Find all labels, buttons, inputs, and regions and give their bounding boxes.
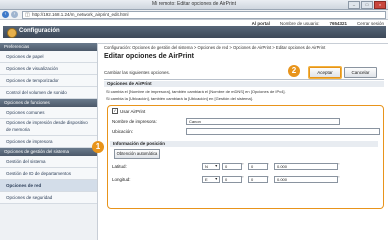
cancel-button[interactable]: Cancelar xyxy=(344,67,377,78)
use-airprint-row: ✓ Usar AirPrint xyxy=(112,108,145,114)
sidebar-section-functions: Opciones de funciones xyxy=(0,99,97,107)
sidebar-item-system-management[interactable]: Gestión del sistema xyxy=(0,156,97,168)
sidebar-item-security[interactable]: Opciones de seguridad xyxy=(0,192,97,204)
longitude-degrees-input[interactable]: 0 xyxy=(222,176,242,183)
config-title: Configuración xyxy=(19,28,60,34)
latitude-minutes-input[interactable]: 0 xyxy=(248,163,268,170)
sidebar-item-display[interactable]: Opciones de visualización xyxy=(0,63,97,75)
minimize-icon[interactable]: – xyxy=(348,1,360,9)
airprint-panel-header: Opciones de AirPrint xyxy=(104,81,384,87)
latitude-label: Latitud: xyxy=(112,164,127,169)
settings-icon xyxy=(7,28,17,38)
sidebar-item-common[interactable]: Opciones comunes xyxy=(0,107,97,119)
divider xyxy=(104,79,384,80)
latitude-seconds-input[interactable]: 0.000 xyxy=(274,163,338,170)
location-input[interactable] xyxy=(186,128,380,135)
chevron-down-icon: ▼ xyxy=(214,177,218,181)
breadcrumb: Configuración: Opciones de gestión del s… xyxy=(104,45,326,50)
forward-icon[interactable]: › xyxy=(11,11,18,18)
sidebar-item-network[interactable]: Opciones de red xyxy=(0,180,97,192)
use-airprint-label: Usar AirPrint xyxy=(120,108,146,114)
maximize-icon[interactable]: □ xyxy=(361,1,373,9)
longitude-label: Longitud: xyxy=(112,177,131,182)
back-icon[interactable]: ‹ xyxy=(2,11,9,18)
close-icon[interactable]: × xyxy=(374,1,386,9)
latitude-minute-symbol: ' xyxy=(268,162,269,167)
longitude-second-symbol: " xyxy=(338,175,340,180)
latitude-second-symbol: " xyxy=(338,162,340,167)
longitude-seconds-input[interactable]: 0.000 xyxy=(274,176,338,183)
callout-badge-1: 1 xyxy=(92,141,104,153)
sidebar-item-paper[interactable]: Opciones de papel xyxy=(0,51,97,63)
longitude-direction-value: E xyxy=(205,177,208,182)
longitude-direction-select[interactable]: E ▼ xyxy=(202,176,220,183)
latitude-direction-value: N xyxy=(205,164,208,169)
page-icon: ◫ xyxy=(25,12,30,18)
sidebar-section-preferences: Preferencias xyxy=(0,43,97,51)
sidebar-item-department-id[interactable]: Gestión de ID de departamentos xyxy=(0,168,97,180)
sidebar-section-system: Opciones de gestión del sistema xyxy=(0,148,97,156)
longitude-minute-symbol: ' xyxy=(268,175,269,180)
chevron-down-icon: ▼ xyxy=(214,164,218,168)
printer-name-input[interactable]: Canon xyxy=(186,118,340,125)
note-printer-name: Si cambia el [Nombre de impresora], tamb… xyxy=(106,89,286,94)
use-airprint-checkbox[interactable]: ✓ xyxy=(112,108,118,114)
window-title: Mi remoto: Editar opciones de AirPrint xyxy=(152,1,236,7)
position-info-header: Información de posición xyxy=(110,141,378,147)
latitude-degrees-input[interactable]: 0 xyxy=(222,163,242,170)
main-content: Configuración: Opciones de gestión del s… xyxy=(92,43,388,240)
sidebar-item-memory-print[interactable]: Opciones de impresión desde dispositivo … xyxy=(0,119,97,136)
latitude-direction-select[interactable]: N ▼ xyxy=(202,163,220,170)
sidebar-item-printer[interactable]: Opciones de impresora xyxy=(0,136,97,148)
location-label: Ubicación: xyxy=(112,129,134,134)
sidebar-item-timer[interactable]: Opciones de temporizador xyxy=(0,75,97,87)
sidebar-item-volume[interactable]: Control del volumen de sonido xyxy=(0,87,97,99)
ok-button[interactable]: Aceptar xyxy=(309,67,341,78)
printer-name-label: Nombre de impresora: xyxy=(112,119,157,124)
longitude-degree-symbol: ° xyxy=(242,175,244,180)
address-bar: ‹ › ◫ http://192.168.1.24/m_network_airp… xyxy=(0,10,388,20)
url-text: http://192.168.1.24/m_network_airprint_e… xyxy=(32,12,129,17)
config-title-bar: Configuración xyxy=(3,26,386,38)
note-location: Si cambia la [Ubicación], también cambia… xyxy=(106,96,253,101)
page-title: Editar opciones de AirPrint xyxy=(104,53,194,60)
longitude-minutes-input[interactable]: 0 xyxy=(248,176,268,183)
callout-badge-2: 2 xyxy=(288,65,300,77)
latitude-degree-symbol: ° xyxy=(242,162,244,167)
window-titlebar: Mi remoto: Editar opciones de AirPrint –… xyxy=(0,0,388,10)
url-field[interactable]: ◫ http://192.168.1.24/m_network_airprint… xyxy=(22,11,386,19)
window-controls: – □ × xyxy=(348,1,386,9)
instruction-text: Cambiar las siguientes opciones. xyxy=(104,70,171,75)
auto-acquire-button[interactable]: Obtención automática xyxy=(114,149,160,159)
sidebar: Preferencias Opciones de papel Opciones … xyxy=(0,43,98,240)
